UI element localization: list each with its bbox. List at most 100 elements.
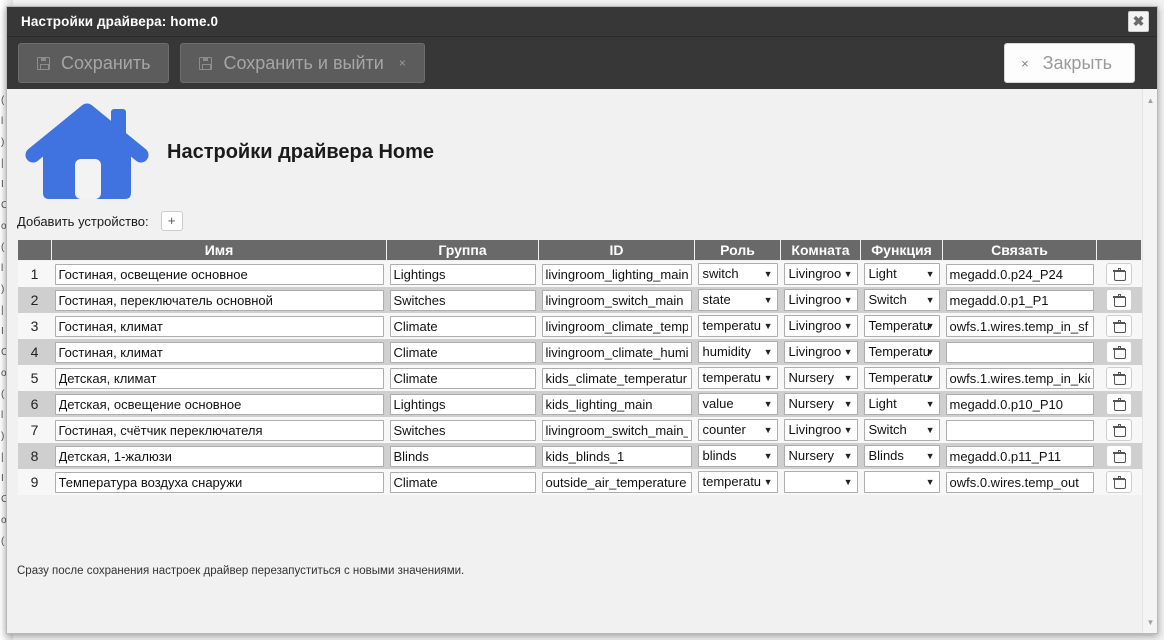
- group-input[interactable]: [389, 393, 536, 415]
- role-select[interactable]: state ▼: [697, 289, 778, 311]
- close-button[interactable]: × Закрыть: [1004, 43, 1135, 83]
- name-input[interactable]: [54, 341, 384, 363]
- id-input[interactable]: [541, 341, 692, 363]
- role-select[interactable]: switch ▼: [697, 263, 778, 285]
- name-input[interactable]: [54, 471, 384, 493]
- delete-row-button[interactable]: [1106, 367, 1132, 389]
- id-input[interactable]: [541, 471, 692, 493]
- role-selected-value: counter: [697, 419, 778, 441]
- link-input[interactable]: [945, 367, 1094, 389]
- cell-id: [538, 313, 695, 339]
- function-select[interactable]: Switch ▼: [863, 289, 940, 311]
- scroll-down-arrow-icon[interactable]: ▼: [1143, 615, 1157, 629]
- function-select[interactable]: Temperatu ▼: [863, 367, 940, 389]
- function-select[interactable]: Light ▼: [863, 263, 940, 285]
- id-input[interactable]: [541, 367, 692, 389]
- table-row: 7 counter▼Livingroo▼Switch▼: [17, 417, 1142, 443]
- room-select[interactable]: Nursery ▼: [783, 445, 858, 467]
- save-button[interactable]: Сохранить: [18, 43, 170, 83]
- function-select[interactable]: Blinds ▼: [863, 445, 940, 467]
- room-select[interactable]: Nursery ▼: [783, 367, 858, 389]
- delete-row-button[interactable]: [1106, 445, 1132, 467]
- id-input[interactable]: [541, 393, 692, 415]
- room-select[interactable]: Livingroo ▼: [783, 419, 858, 441]
- link-input[interactable]: [945, 289, 1094, 311]
- vertical-scrollbar[interactable]: ▲ ▼: [1142, 89, 1157, 633]
- role-select[interactable]: temperatu ▼: [697, 367, 778, 389]
- cell-id: [538, 260, 695, 287]
- role-selected-value: value: [697, 393, 778, 415]
- id-input[interactable]: [541, 289, 692, 311]
- id-input[interactable]: [541, 315, 692, 337]
- room-select[interactable]: Nursery ▼: [783, 393, 858, 415]
- name-input[interactable]: [54, 419, 384, 441]
- save-and-exit-button[interactable]: Сохранить и выйти ×: [180, 43, 425, 83]
- role-select[interactable]: temperatu ▼: [697, 315, 778, 337]
- column-header-room: Комната: [780, 239, 861, 261]
- group-input[interactable]: [389, 367, 536, 389]
- row-index: 9: [17, 469, 52, 495]
- function-select[interactable]: ▼: [863, 471, 940, 493]
- function-select[interactable]: Temperatu ▼: [863, 341, 940, 363]
- name-input[interactable]: [54, 289, 384, 311]
- group-input[interactable]: [389, 419, 536, 441]
- room-select[interactable]: Livingroo ▼: [783, 341, 858, 363]
- group-input[interactable]: [389, 341, 536, 363]
- cell-room: Nursery ▼: [780, 391, 861, 417]
- function-select[interactable]: Switch ▼: [863, 419, 940, 441]
- cell-group: [386, 443, 539, 469]
- role-select[interactable]: temperatu ▼: [697, 471, 778, 493]
- link-input[interactable]: [945, 263, 1094, 285]
- cell-room: Livingroo ▼: [780, 417, 861, 443]
- role-select[interactable]: humidity ▼: [697, 341, 778, 363]
- function-select[interactable]: Temperatu ▼: [863, 315, 940, 337]
- close-icon[interactable]: ✖: [1128, 11, 1149, 32]
- group-input[interactable]: [389, 289, 536, 311]
- name-input[interactable]: [54, 315, 384, 337]
- cell-actions: [1096, 443, 1142, 469]
- add-device-row: Добавить устройство: +: [7, 211, 1142, 239]
- room-select[interactable]: ▼: [783, 471, 858, 493]
- id-input[interactable]: [541, 445, 692, 467]
- link-input[interactable]: [945, 393, 1094, 415]
- scroll-up-arrow-icon[interactable]: ▲: [1143, 93, 1157, 107]
- delete-row-button[interactable]: [1106, 341, 1132, 363]
- column-header-id: ID: [538, 239, 695, 261]
- link-input[interactable]: [945, 471, 1094, 493]
- role-select[interactable]: value ▼: [697, 393, 778, 415]
- link-input[interactable]: [945, 445, 1094, 467]
- group-input[interactable]: [389, 471, 536, 493]
- trash-icon: [1113, 319, 1126, 333]
- delete-row-button[interactable]: [1106, 289, 1132, 311]
- delete-row-button[interactable]: [1106, 471, 1132, 493]
- name-input[interactable]: [54, 445, 384, 467]
- function-selected-value: Temperatu: [863, 367, 940, 389]
- link-input[interactable]: [945, 419, 1094, 441]
- room-select[interactable]: Livingroo ▼: [783, 315, 858, 337]
- delete-row-button[interactable]: [1106, 315, 1132, 337]
- function-select[interactable]: Light ▼: [863, 393, 940, 415]
- room-select[interactable]: Livingroo ▼: [783, 289, 858, 311]
- delete-row-button[interactable]: [1106, 419, 1132, 441]
- background-text-fragment: (: [1, 536, 5, 547]
- group-input[interactable]: [389, 263, 536, 285]
- cell-role: temperatu ▼: [694, 365, 781, 391]
- delete-row-button[interactable]: [1106, 263, 1132, 285]
- name-input[interactable]: [54, 393, 384, 415]
- cell-link: [942, 443, 1097, 469]
- group-input[interactable]: [389, 445, 536, 467]
- id-input[interactable]: [541, 419, 692, 441]
- link-input[interactable]: [945, 315, 1094, 337]
- add-device-button[interactable]: +: [160, 211, 183, 231]
- name-input[interactable]: [54, 367, 384, 389]
- background-text-fragment: |: [1, 452, 4, 463]
- link-input[interactable]: [945, 341, 1094, 363]
- id-input[interactable]: [541, 263, 692, 285]
- name-input[interactable]: [54, 263, 384, 285]
- role-select[interactable]: counter ▼: [697, 419, 778, 441]
- delete-row-button[interactable]: [1106, 393, 1132, 415]
- room-select[interactable]: Livingroo ▼: [783, 263, 858, 285]
- cell-id: [538, 417, 695, 443]
- group-input[interactable]: [389, 315, 536, 337]
- role-select[interactable]: blinds ▼: [697, 445, 778, 467]
